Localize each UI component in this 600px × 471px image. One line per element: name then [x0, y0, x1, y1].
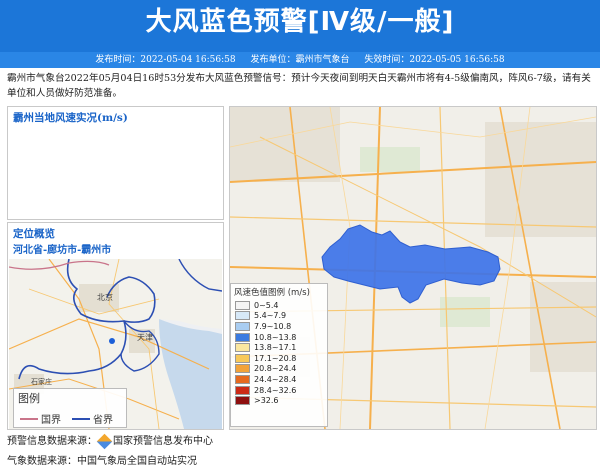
wind-legend-rows: 0~5.4 5.4~7.9 7.9~10.8 10.8~13.8 13.8~17.1 17… — [231, 300, 327, 406]
warning-description: 霸州市气象台2022年05月04日16时53分发布大风蓝色预警信号：预计今天夜间… — [7, 73, 591, 99]
wind-speed-legend: 风速色值图例 (m/s) 0~5.4 5.4~7.9 7.9~10.8 10.8~13… — [230, 283, 328, 427]
wind-legend-swatch — [235, 364, 250, 374]
map-label-shijiazhuang: 石家庄 — [31, 378, 52, 386]
expire-time: 失效时间：2022-05-05 16:56:58 — [364, 55, 505, 65]
legend-country-label: 国界 — [41, 415, 61, 426]
mini-map-legend: 图例 国界 省界 — [13, 388, 127, 428]
wind-legend-swatch — [235, 321, 250, 331]
location-subtitle: 河北省-廊坊市-霸州市 — [13, 245, 112, 256]
warning-banner: 大风蓝色预警[Ⅳ级/一般] — [0, 0, 600, 52]
wind-legend-label: 10.8~13.8 — [254, 332, 297, 342]
wind-speed-panel: 霸州当地风速实况(m/s) — [7, 106, 224, 220]
legend-country-border: 国界 — [20, 411, 61, 426]
wind-legend-label: 0~5.4 — [254, 300, 279, 310]
wind-legend-item: 13.8~17.1 — [231, 342, 327, 353]
wind-legend-item: 0~5.4 — [231, 300, 327, 311]
mini-legend-title: 图例 — [18, 392, 40, 405]
warning-center-logo-icon — [96, 433, 113, 450]
warning-source-line: 预警信息数据来源： 国家预警信息发布中心 — [7, 432, 213, 450]
publish-time: 发布时间：2022-05-04 16:56:58 — [95, 55, 236, 65]
wind-legend-label: 13.8~17.1 — [254, 343, 297, 353]
wind-legend-title: 风速色值图例 (m/s) — [234, 288, 310, 298]
wind-legend-label: 28.4~32.6 — [254, 385, 297, 395]
wind-legend-item: 7.9~10.8 — [231, 321, 327, 332]
wind-legend-item: 24.4~28.4 — [231, 374, 327, 385]
wind-legend-item: 17.1~20.8 — [231, 353, 327, 364]
wind-legend-label: >32.6 — [254, 396, 279, 406]
wind-legend-swatch — [235, 332, 250, 342]
wind-legend-label: 20.8~24.4 — [254, 364, 297, 374]
publisher: 发布单位：霸州市气象台 — [250, 55, 350, 65]
warning-area — [321, 224, 501, 304]
wind-panel-title: 霸州当地风速实况(m/s) — [13, 112, 128, 124]
wind-legend-label: 24.4~28.4 — [254, 374, 297, 384]
wind-legend-swatch — [235, 343, 250, 353]
wind-legend-item: 10.8~13.8 — [231, 332, 327, 343]
warning-source-label: 预警信息数据来源： — [7, 436, 97, 447]
province-border-line-icon — [72, 417, 90, 420]
location-panel-title: 定位概览 — [13, 228, 55, 240]
wind-legend-swatch — [235, 374, 250, 384]
country-border-line-icon — [20, 417, 38, 420]
wind-legend-label: 7.9~10.8 — [254, 321, 292, 331]
warning-title: 大风蓝色预警[Ⅳ级/一般] — [145, 7, 455, 37]
wind-legend-item: 28.4~32.6 — [231, 385, 327, 396]
legend-province-border: 省界 — [72, 411, 113, 426]
wind-legend-item: >32.6 — [231, 395, 327, 406]
map-label-beijing: 北京 — [97, 293, 113, 302]
wind-legend-label: 5.4~7.9 — [254, 311, 287, 321]
wind-legend-item: 20.8~24.4 — [231, 364, 327, 375]
legend-province-label: 省界 — [93, 415, 113, 426]
wind-legend-item: 5.4~7.9 — [231, 311, 327, 322]
wind-legend-swatch — [235, 311, 250, 321]
wind-legend-swatch — [235, 353, 250, 363]
wind-legend-label: 17.1~20.8 — [254, 353, 297, 363]
wind-legend-swatch — [235, 396, 250, 406]
warning-source-name[interactable]: 国家预警信息发布中心 — [113, 436, 213, 447]
map-label-tianjin: 天津 — [137, 333, 153, 342]
wind-legend-swatch — [235, 385, 250, 395]
weather-source-line: 气象数据来源：中国气象局全国自动站实况 — [7, 456, 197, 467]
warning-info-bar: 发布时间：2022-05-04 16:56:58 发布单位：霸州市气象台 失效时… — [0, 52, 600, 68]
wind-legend-swatch — [235, 300, 250, 310]
